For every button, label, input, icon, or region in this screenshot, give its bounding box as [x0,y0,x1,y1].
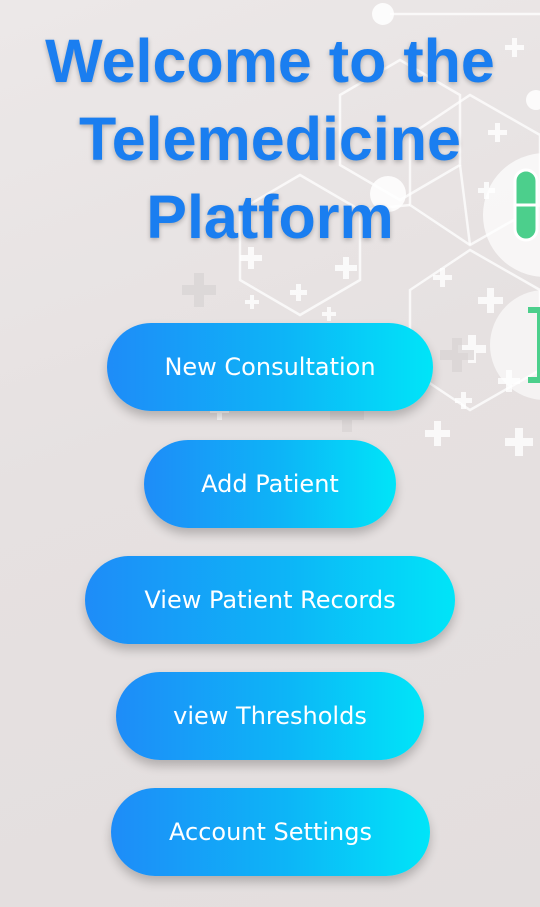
title-line-1: Welcome to the [45,27,495,95]
title-line-2: Telemedicine [79,105,461,173]
view-thresholds-button[interactable]: view Thresholds [116,672,424,760]
title-line-3: Platform [146,183,394,251]
add-patient-button[interactable]: Add Patient [144,440,396,528]
view-patient-records-button[interactable]: View Patient Records [85,556,455,644]
account-settings-button[interactable]: Account Settings [111,788,430,876]
page-title: Welcome to the Telemedicine Platform [0,22,540,256]
new-consultation-button[interactable]: New Consultation [107,323,433,411]
